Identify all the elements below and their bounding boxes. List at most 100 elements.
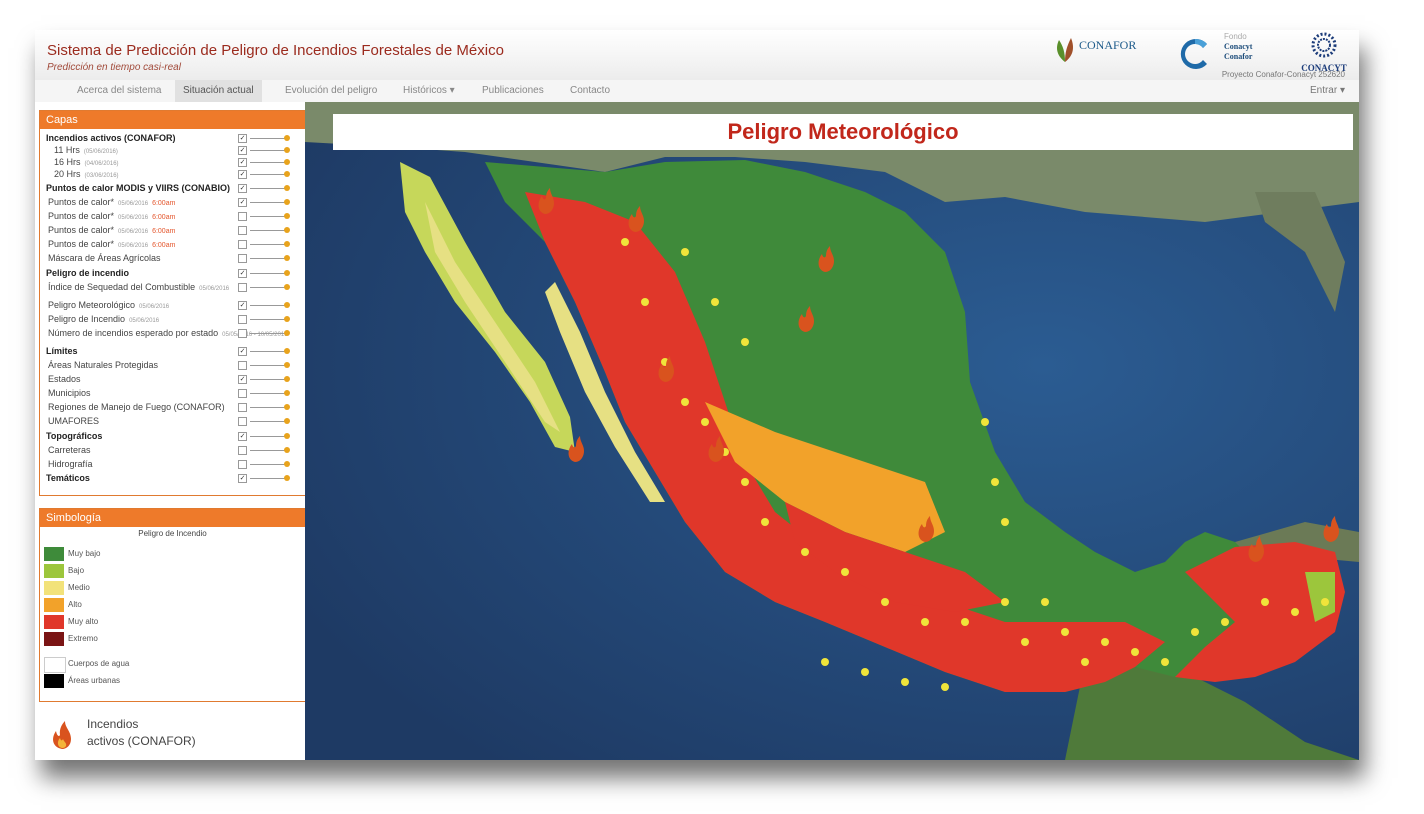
nav-contacto[interactable]: Contacto: [570, 85, 610, 96]
map-canvas[interactable]: [305, 102, 1359, 760]
opacity-slider-handle[interactable]: [284, 348, 290, 354]
layer-checkbox[interactable]: ✓: [238, 474, 247, 483]
layer-checkbox[interactable]: [238, 283, 247, 292]
layer-checkbox[interactable]: [238, 240, 247, 249]
layer-checkbox[interactable]: ✓: [238, 347, 247, 356]
login-dropdown[interactable]: Entrar ▾: [1310, 85, 1345, 96]
layer-checkbox[interactable]: ✓: [238, 158, 247, 167]
opacity-slider-track[interactable]: [250, 258, 286, 259]
opacity-slider-handle[interactable]: [284, 199, 290, 205]
opacity-slider-handle[interactable]: [284, 461, 290, 467]
map-view[interactable]: Peligro Meteorológico: [305, 102, 1359, 760]
opacity-slider-handle[interactable]: [284, 475, 290, 481]
layer-checkbox[interactable]: ✓: [238, 198, 247, 207]
opacity-slider-track[interactable]: [250, 138, 286, 139]
nav-publicaciones[interactable]: Publicaciones: [482, 85, 544, 96]
opacity-slider-track[interactable]: [250, 464, 286, 465]
opacity-slider-handle[interactable]: [284, 255, 290, 261]
layer-checkbox[interactable]: [238, 315, 247, 324]
opacity-slider-track[interactable]: [250, 202, 286, 203]
opacity-slider-handle[interactable]: [284, 362, 290, 368]
opacity-slider-track[interactable]: [250, 351, 286, 352]
layer-checkbox[interactable]: ✓: [238, 375, 247, 384]
layer-checkbox[interactable]: [238, 446, 247, 455]
opacity-slider-track[interactable]: [250, 407, 286, 408]
layer-checkbox[interactable]: [238, 254, 247, 263]
opacity-slider-handle[interactable]: [284, 185, 290, 191]
layer-item: Hidrografía: [48, 459, 93, 469]
layer-checkbox[interactable]: [238, 329, 247, 338]
layer-controls: [238, 212, 298, 222]
opacity-slider-track[interactable]: [250, 287, 286, 288]
nav-evolucion[interactable]: Evolución del peligro: [285, 85, 377, 96]
nav-acerca[interactable]: Acerca del sistema: [77, 85, 161, 96]
layer-date: (05/06/2016): [83, 149, 118, 155]
layer-checkbox[interactable]: [238, 417, 247, 426]
opacity-slider-handle[interactable]: [284, 302, 290, 308]
opacity-slider-track[interactable]: [250, 421, 286, 422]
layer-item: Peligro de incendio: [46, 268, 129, 278]
opacity-slider-handle[interactable]: [284, 284, 290, 290]
opacity-slider-track[interactable]: [250, 273, 286, 274]
opacity-slider-track[interactable]: [250, 319, 286, 320]
opacity-slider-track[interactable]: [250, 162, 286, 163]
layer-checkbox[interactable]: [238, 389, 247, 398]
opacity-slider-handle[interactable]: [284, 447, 290, 453]
opacity-slider-handle[interactable]: [284, 159, 290, 165]
opacity-slider-track[interactable]: [250, 365, 286, 366]
opacity-slider-track[interactable]: [250, 174, 286, 175]
opacity-slider-handle[interactable]: [284, 433, 290, 439]
layer-controls: ✓: [238, 184, 298, 194]
opacity-slider-handle[interactable]: [284, 241, 290, 247]
opacity-slider-track[interactable]: [250, 450, 286, 451]
layer-checkbox[interactable]: ✓: [238, 146, 247, 155]
opacity-slider-track[interactable]: [250, 379, 286, 380]
opacity-slider-handle[interactable]: [284, 418, 290, 424]
layer-item: Índice de Sequedad del Combustible 05/06/…: [48, 282, 229, 292]
opacity-slider-track[interactable]: [250, 305, 286, 306]
layer-checkbox[interactable]: [238, 403, 247, 412]
legend-swatch: [44, 674, 64, 688]
layer-checkbox[interactable]: [238, 460, 247, 469]
layer-checkbox[interactable]: ✓: [238, 134, 247, 143]
opacity-slider-handle[interactable]: [284, 147, 290, 153]
layer-item: Límites: [46, 346, 78, 356]
opacity-slider-track[interactable]: [250, 150, 286, 151]
layer-checkbox[interactable]: [238, 212, 247, 221]
opacity-slider-handle[interactable]: [284, 270, 290, 276]
opacity-slider-track[interactable]: [250, 478, 286, 479]
layer-checkbox[interactable]: ✓: [238, 184, 247, 193]
map-title-bar: Peligro Meteorológico: [333, 114, 1353, 150]
opacity-slider-handle[interactable]: [284, 404, 290, 410]
layer-label: Áreas Naturales Protegidas: [48, 360, 159, 370]
opacity-slider-track[interactable]: [250, 436, 286, 437]
opacity-slider-handle[interactable]: [284, 316, 290, 322]
opacity-slider-handle[interactable]: [284, 227, 290, 233]
nav-situacion-actual[interactable]: Situación actual: [175, 80, 262, 102]
layer-label: Puntos de calor*: [48, 225, 115, 235]
opacity-slider-track[interactable]: [250, 216, 286, 217]
opacity-slider-handle[interactable]: [284, 171, 290, 177]
layer-item: Máscara de Áreas Agrícolas: [48, 253, 161, 263]
layer-controls: [238, 315, 298, 325]
layer-checkbox[interactable]: [238, 226, 247, 235]
layer-checkbox[interactable]: ✓: [238, 170, 247, 179]
opacity-slider-track[interactable]: [250, 333, 286, 334]
layer-checkbox[interactable]: ✓: [238, 269, 247, 278]
opacity-slider-handle[interactable]: [284, 390, 290, 396]
layer-checkbox[interactable]: ✓: [238, 432, 247, 441]
layer-controls: ✓: [238, 269, 298, 279]
opacity-slider-handle[interactable]: [284, 376, 290, 382]
layer-checkbox[interactable]: [238, 361, 247, 370]
layer-controls: ✓: [238, 301, 298, 311]
layer-label: Peligro de incendio: [46, 268, 130, 278]
opacity-slider-handle[interactable]: [284, 135, 290, 141]
opacity-slider-track[interactable]: [250, 188, 286, 189]
nav-historicos[interactable]: Históricos ▾: [403, 85, 455, 96]
opacity-slider-handle[interactable]: [284, 213, 290, 219]
opacity-slider-handle[interactable]: [284, 330, 290, 336]
opacity-slider-track[interactable]: [250, 230, 286, 231]
opacity-slider-track[interactable]: [250, 393, 286, 394]
opacity-slider-track[interactable]: [250, 244, 286, 245]
layer-checkbox[interactable]: ✓: [238, 301, 247, 310]
